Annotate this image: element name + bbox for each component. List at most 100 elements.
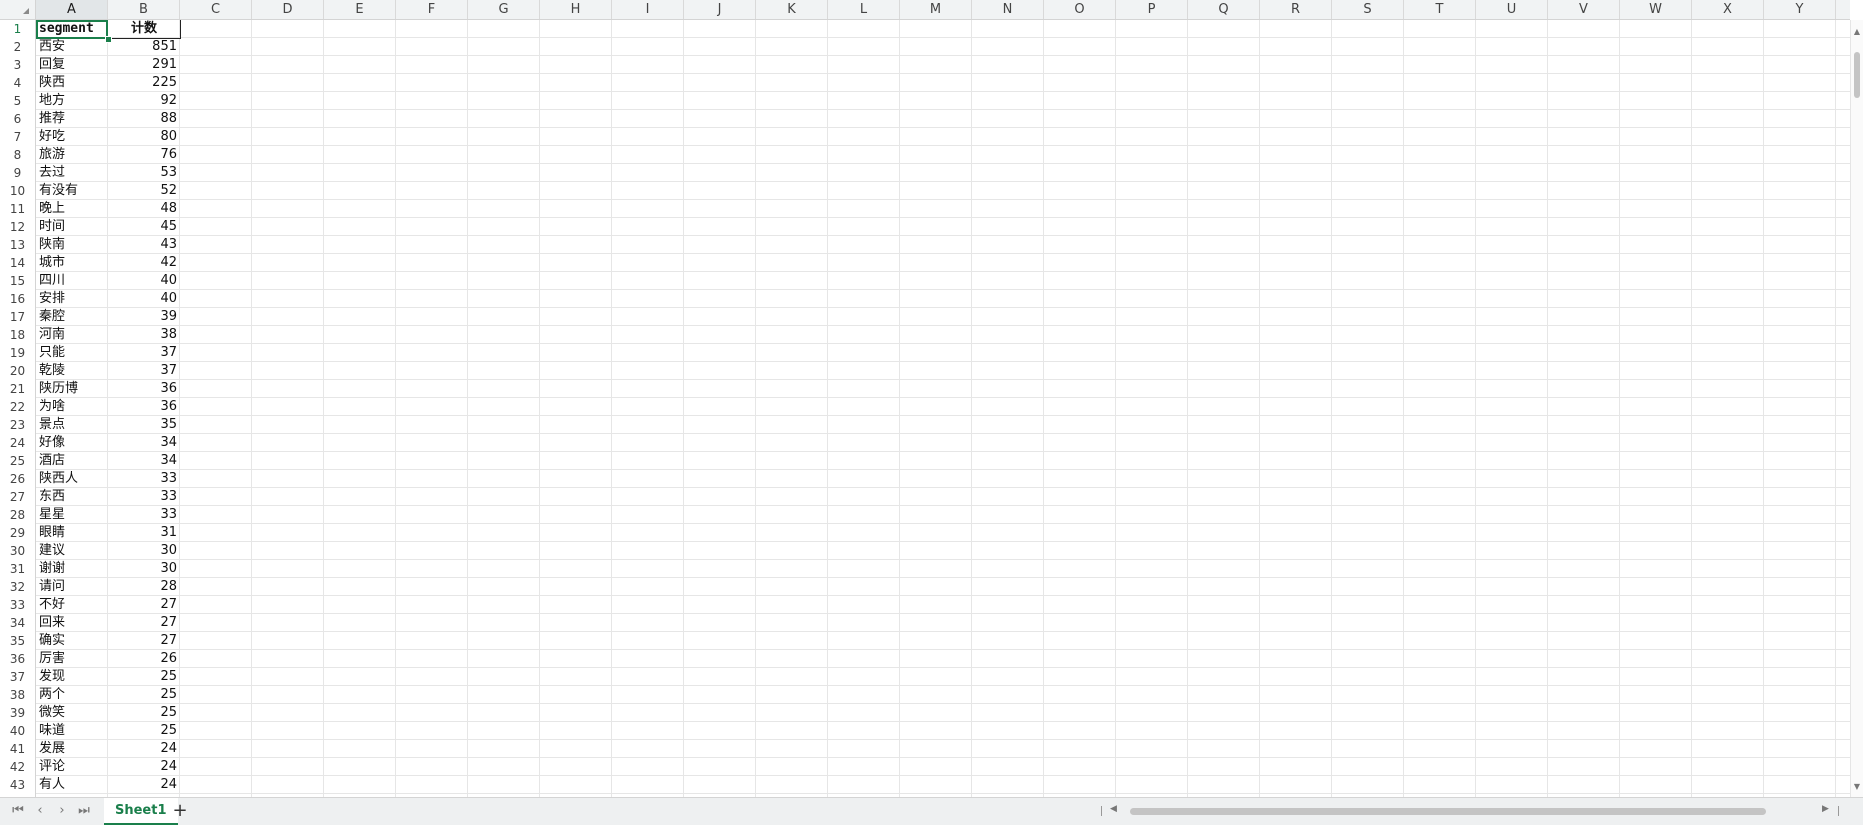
vertical-scroll-thumb[interactable] <box>1854 52 1860 98</box>
table-cell-segment[interactable]: 两个 <box>39 686 107 704</box>
row-header[interactable]: 31 <box>0 560 35 578</box>
table-cell-segment[interactable]: 旅游 <box>39 146 107 164</box>
row-header[interactable]: 19 <box>0 344 35 362</box>
table-cell-count[interactable]: 33 <box>108 506 180 524</box>
column-header-m[interactable]: M <box>900 0 972 19</box>
row-header[interactable]: 5 <box>0 92 35 110</box>
table-cell-count[interactable]: 33 <box>108 488 180 506</box>
row-header[interactable]: 8 <box>0 146 35 164</box>
table-cell-count[interactable]: 25 <box>108 686 180 704</box>
row-header[interactable]: 32 <box>0 578 35 596</box>
row-header[interactable]: 13 <box>0 236 35 254</box>
column-header-c[interactable]: C <box>180 0 252 19</box>
row-header[interactable]: 7 <box>0 128 35 146</box>
column-header-w[interactable]: W <box>1620 0 1692 19</box>
row-header[interactable]: 6 <box>0 110 35 128</box>
table-cell-segment[interactable]: 为啥 <box>39 398 107 416</box>
row-header[interactable]: 12 <box>0 218 35 236</box>
column-header-u[interactable]: U <box>1476 0 1548 19</box>
column-header-g[interactable]: G <box>468 0 540 19</box>
table-cell-count[interactable]: 92 <box>108 92 180 110</box>
table-cell-count[interactable]: 36 <box>108 380 180 398</box>
row-header[interactable]: 1 <box>0 20 35 38</box>
table-cell-count[interactable]: 225 <box>108 74 180 92</box>
column-header-t[interactable]: T <box>1404 0 1476 19</box>
table-cell-count[interactable]: 24 <box>108 758 180 776</box>
column-header-x[interactable]: X <box>1692 0 1764 19</box>
column-header-l[interactable]: L <box>828 0 900 19</box>
table-cell-segment[interactable]: 陕历博 <box>39 380 107 398</box>
row-header[interactable]: 3 <box>0 56 35 74</box>
table-cell-count[interactable]: 40 <box>108 290 180 308</box>
table-cell-segment[interactable]: 谢谢 <box>39 560 107 578</box>
table-cell-count[interactable]: 48 <box>108 200 180 218</box>
table-cell-segment[interactable]: 酒店 <box>39 452 107 470</box>
table-cell-count[interactable]: 38 <box>108 326 180 344</box>
table-cell-segment[interactable]: 发现 <box>39 668 107 686</box>
table-cell-count[interactable]: 24 <box>108 740 180 758</box>
row-header[interactable]: 34 <box>0 614 35 632</box>
column-header-s[interactable]: S <box>1332 0 1404 19</box>
column-header-a[interactable]: A <box>36 0 108 19</box>
column-header-p[interactable]: P <box>1116 0 1188 19</box>
column-header-q[interactable]: Q <box>1188 0 1260 19</box>
table-cell-count[interactable]: 25 <box>108 704 180 722</box>
row-header[interactable]: 37 <box>0 668 35 686</box>
table-cell-segment[interactable]: 好像 <box>39 434 107 452</box>
table-cell-segment[interactable]: 去过 <box>39 164 107 182</box>
row-header[interactable]: 42 <box>0 758 35 776</box>
table-cell-segment[interactable]: 河南 <box>39 326 107 344</box>
column-header-b[interactable]: B <box>108 0 180 19</box>
table-cell-count[interactable]: 35 <box>108 416 180 434</box>
scroll-right-icon[interactable]: ▶ <box>1822 804 1829 814</box>
row-header[interactable]: 43 <box>0 776 35 794</box>
row-header[interactable]: 33 <box>0 596 35 614</box>
table-cell-segment[interactable]: 微笑 <box>39 704 107 722</box>
table-cell-segment[interactable]: 陕南 <box>39 236 107 254</box>
table-cell-segment[interactable]: 有没有 <box>39 182 107 200</box>
row-header[interactable]: 11 <box>0 200 35 218</box>
table-cell-count[interactable]: 45 <box>108 218 180 236</box>
table-cell-count[interactable]: 27 <box>108 632 180 650</box>
row-header[interactable]: 9 <box>0 164 35 182</box>
table-cell-count[interactable]: 34 <box>108 434 180 452</box>
last-sheet-icon[interactable]: ⏭ <box>75 802 93 820</box>
row-header[interactable]: 28 <box>0 506 35 524</box>
row-header[interactable]: 14 <box>0 254 35 272</box>
table-cell-count[interactable]: 28 <box>108 578 180 596</box>
vertical-scrollbar[interactable]: ▲ ▼ <box>1850 20 1863 797</box>
table-cell-segment[interactable]: 只能 <box>39 344 107 362</box>
table-cell-segment[interactable]: 地方 <box>39 92 107 110</box>
table-cell-count[interactable]: 88 <box>108 110 180 128</box>
table-cell-count[interactable]: 37 <box>108 344 180 362</box>
table-cell-segment[interactable]: 厉害 <box>39 650 107 668</box>
table-cell-count[interactable]: 36 <box>108 398 180 416</box>
row-header[interactable]: 25 <box>0 452 35 470</box>
fill-handle[interactable] <box>105 36 112 43</box>
table-cell-segment[interactable]: 有人 <box>39 776 107 794</box>
table-cell-count[interactable]: 31 <box>108 524 180 542</box>
row-header[interactable]: 27 <box>0 488 35 506</box>
column-header-k[interactable]: K <box>756 0 828 19</box>
horizontal-scroll-thumb[interactable] <box>1130 808 1766 815</box>
row-header[interactable]: 16 <box>0 290 35 308</box>
table-cell-segment[interactable]: 好吃 <box>39 128 107 146</box>
prev-sheet-icon[interactable]: ‹ <box>31 802 49 820</box>
row-header[interactable]: 21 <box>0 380 35 398</box>
table-cell-segment[interactable]: 城市 <box>39 254 107 272</box>
cell-grid[interactable]: segment 计数 西安 851 回复 291 陕西 225 地方 92 推荐 88 好吃 80 旅游 76… <box>36 20 1850 797</box>
table-cell-segment[interactable]: 建议 <box>39 542 107 560</box>
table-cell-count[interactable]: 27 <box>108 614 180 632</box>
column-header-h[interactable]: H <box>540 0 612 19</box>
column-header-y[interactable]: Y <box>1764 0 1836 19</box>
table-cell-count[interactable]: 25 <box>108 668 180 686</box>
row-header[interactable]: 23 <box>0 416 35 434</box>
scroll-down-icon[interactable]: ▼ <box>1851 781 1863 793</box>
next-sheet-icon[interactable]: › <box>53 802 71 820</box>
table-cell-segment[interactable]: 秦腔 <box>39 308 107 326</box>
table-cell-count[interactable]: 851 <box>108 38 180 56</box>
table-cell-count[interactable]: 53 <box>108 164 180 182</box>
column-header-e[interactable]: E <box>324 0 396 19</box>
table-cell-count[interactable]: 24 <box>108 776 180 794</box>
table-cell-count[interactable]: 26 <box>108 650 180 668</box>
